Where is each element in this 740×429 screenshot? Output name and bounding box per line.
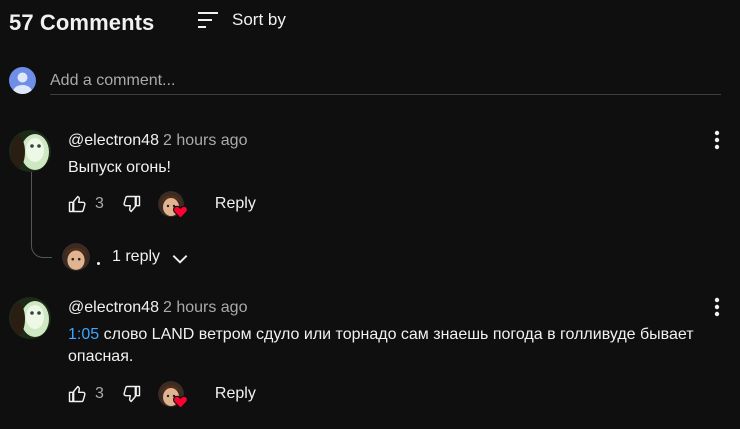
thread-connector-line — [31, 172, 52, 258]
heart-icon — [172, 205, 188, 219]
comment-text: 1:05 слово LAND ветром сдуло или торнадо… — [68, 324, 733, 368]
reply-author-avatar — [62, 243, 90, 271]
comment-actions: 3 Reply — [67, 381, 256, 409]
creator-heart-badge — [157, 191, 188, 219]
more-vert-icon — [714, 130, 720, 150]
reply-button[interactable]: Reply — [215, 385, 256, 403]
comment-menu-button[interactable] — [707, 128, 727, 152]
comment-header: @electron48 2 hours ago — [68, 299, 247, 317]
dislike-icon[interactable] — [122, 384, 142, 404]
like-icon[interactable] — [67, 384, 87, 404]
comment-author[interactable]: @electron48 — [68, 132, 159, 149]
dislike-icon[interactable] — [122, 194, 142, 214]
comment-author-avatar[interactable] — [9, 130, 51, 172]
comment-author-avatar[interactable] — [9, 297, 51, 339]
comment-time[interactable]: 2 hours ago — [163, 132, 248, 149]
more-vert-icon — [714, 297, 720, 317]
heart-icon — [172, 395, 188, 409]
add-comment-input[interactable] — [50, 67, 721, 95]
comment-text-line2: опасная. — [68, 348, 134, 365]
comment-time[interactable]: 2 hours ago — [163, 299, 248, 316]
reply-button[interactable]: Reply — [215, 195, 256, 213]
replies-count-label: 1 reply — [112, 248, 161, 265]
avatar-image-icon — [9, 130, 51, 172]
like-icon[interactable] — [67, 194, 87, 214]
user-avatar — [9, 67, 36, 94]
comments-count-title: 57 Comments — [9, 10, 155, 35]
default-user-icon — [13, 72, 32, 94]
sort-icon — [198, 12, 218, 28]
comment-text: Выпуск огонь! — [68, 159, 171, 176]
like-count: 3 — [95, 195, 104, 212]
comment-text-line1: слово LAND ветром сдуло или торнадо сам … — [99, 326, 694, 343]
comment-actions: 3 Reply — [67, 191, 256, 219]
sort-by-label: Sort by — [232, 10, 286, 29]
separator-dot — [97, 261, 100, 265]
avatar-image-icon — [9, 297, 51, 339]
video-timestamp-link[interactable]: 1:05 — [68, 326, 99, 343]
sort-by-button[interactable]: Sort by — [196, 8, 286, 32]
reply-avatar-icon — [62, 243, 90, 271]
comment-author[interactable]: @electron48 — [68, 299, 159, 316]
creator-heart-badge — [157, 381, 188, 409]
like-count: 3 — [95, 385, 104, 402]
comment-menu-button[interactable] — [707, 295, 727, 319]
chevron-down-icon — [172, 254, 188, 264]
comment-header: @electron48 2 hours ago — [68, 132, 247, 150]
view-replies-button[interactable]: 1 reply — [62, 243, 190, 271]
